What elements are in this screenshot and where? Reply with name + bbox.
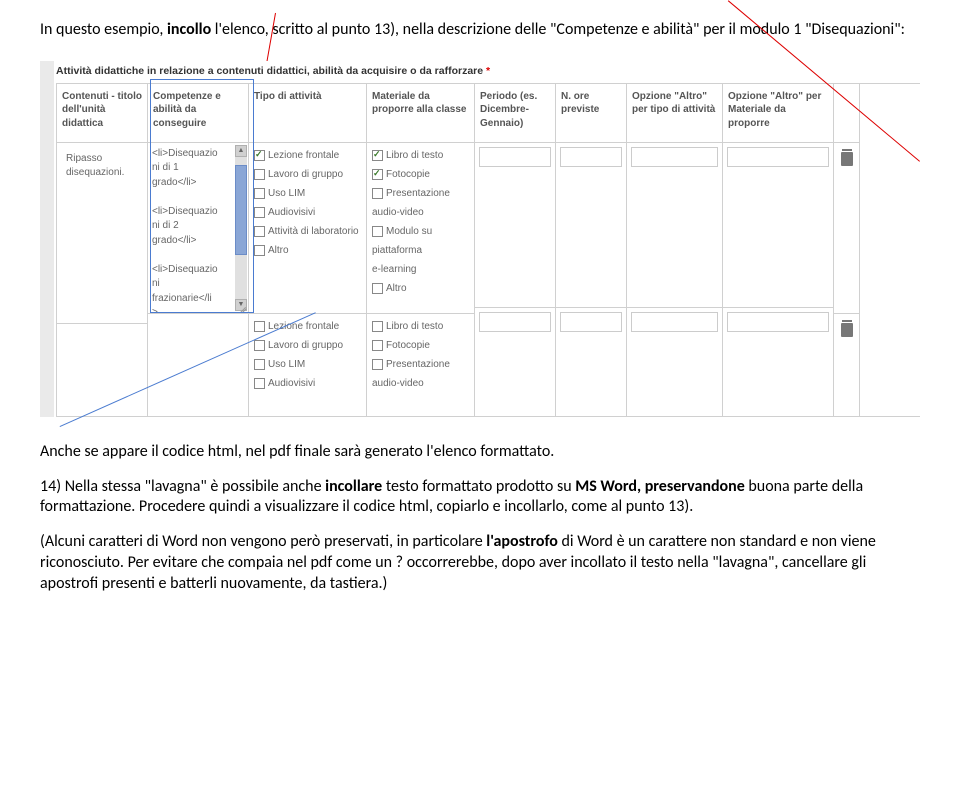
checkbox-line[interactable]: Attività di laboratorio — [254, 224, 361, 240]
checkbox-label: Fotocopie — [386, 338, 430, 354]
col-header-competenze: Competenze e abilità da conseguire — [148, 84, 248, 142]
col-header-altro-tipo: Opzione "Altro" per tipo di attività — [627, 84, 722, 142]
checkbox-label: Audiovisivi — [268, 205, 315, 221]
checkbox-label: Modulo su — [386, 224, 432, 240]
resize-handle-icon[interactable] — [238, 303, 248, 313]
checkbox-label: Attività di laboratorio — [268, 224, 359, 240]
checkbox-label: Fotocopie — [386, 167, 430, 183]
altro-mat-input-2[interactable] — [727, 312, 829, 332]
checkbox-icon[interactable] — [254, 226, 265, 237]
checkbox-line[interactable]: Presentazione — [372, 357, 469, 373]
checkbox-icon[interactable] — [372, 226, 383, 237]
checkbox-line[interactable]: Audiovisivi — [254, 376, 361, 392]
paragraph-2: 14) Nella stessa "lavagna" è possibile a… — [40, 477, 920, 519]
checkbox-label: Lezione frontale — [268, 319, 339, 335]
screenshot: Attività didattiche in relazione a conte… — [40, 61, 920, 417]
checkbox-line[interactable]: Fotocopie — [372, 167, 469, 183]
checkbox-line[interactable]: Altro — [254, 243, 361, 259]
col-header-ore: N. ore previste — [556, 84, 626, 142]
scroll-thumb[interactable] — [235, 165, 247, 255]
checkbox-label: Lavoro di gruppo — [268, 167, 343, 183]
col-header-materiale: Materiale da proporre alla classe — [367, 84, 474, 142]
materiale-cell-1: Libro di testo Fotocopie Presentazione audi… — [367, 143, 474, 313]
checkbox-line[interactable]: Uso LIM — [254, 357, 361, 373]
competenze-cell-1[interactable]: <li>Disequazio ni di 1 grado</li> <li>Di… — [148, 143, 248, 313]
checkbox-label: Lezione frontale — [268, 148, 339, 164]
checkbox-label: Altro — [268, 243, 289, 259]
checkbox-icon[interactable] — [254, 245, 265, 256]
checkbox-line[interactable]: Fotocopie — [372, 338, 469, 354]
col-header-altro-materiale: Opzione "Altro" per Materiale da proporr… — [723, 84, 833, 142]
checkbox-line[interactable]: Presentazione — [372, 186, 469, 202]
col-header-periodo: Periodo (es. Dicembre-Gennaio) — [475, 84, 555, 142]
trash-icon[interactable] — [841, 323, 853, 337]
checkbox-line: e-learning — [372, 262, 469, 278]
checkbox-line[interactable]: Audiovisivi — [254, 205, 361, 221]
checkbox-icon[interactable] — [254, 150, 265, 161]
form-section-title: Attività didattiche in relazione a conte… — [40, 61, 920, 83]
checkbox-icon[interactable] — [254, 321, 265, 332]
ore-input-2[interactable] — [560, 312, 622, 332]
tipo-cell-1: Lezione frontale Lavoro di gruppo Uso LIM A… — [249, 143, 366, 313]
checkbox-icon[interactable] — [254, 169, 265, 180]
checkbox-icon[interactable] — [372, 150, 383, 161]
checkbox-line: audio-video — [372, 376, 469, 392]
checkbox-line[interactable]: Lavoro di gruppo — [254, 338, 361, 354]
checkbox-icon[interactable] — [372, 321, 383, 332]
checkbox-icon[interactable] — [254, 378, 265, 389]
checkbox-icon[interactable] — [372, 359, 383, 370]
checkbox-line[interactable]: Altro — [372, 281, 469, 297]
paragraph-3: (Alcuni caratteri di Word non vengono pe… — [40, 532, 920, 594]
periodo-input-2[interactable] — [479, 312, 551, 332]
altro-mat-input-1[interactable] — [727, 147, 829, 167]
checkbox-icon[interactable] — [372, 188, 383, 199]
scroll-up-icon[interactable]: ▲ — [235, 145, 247, 157]
checkbox-label: Presentazione — [386, 357, 450, 373]
checkbox-icon[interactable] — [254, 207, 265, 218]
checkbox-line[interactable]: Libro di testo — [372, 148, 469, 164]
checkbox-label: Libro di testo — [386, 319, 443, 335]
col-header-tipo: Tipo di attività — [249, 84, 366, 142]
checkbox-label: Presentazione — [386, 186, 450, 202]
checkbox-icon[interactable] — [372, 283, 383, 294]
checkbox-icon[interactable] — [254, 188, 265, 199]
col-header-contenuti: Contenuti - titolo dell'unità didattica — [57, 84, 147, 142]
contenuti-cell-2[interactable] — [57, 324, 147, 416]
checkbox-icon[interactable] — [372, 340, 383, 351]
checkbox-line[interactable]: Libro di testo — [372, 319, 469, 335]
paragraph-1: Anche se appare il codice html, nel pdf … — [40, 442, 920, 463]
checkbox-line: piattaforma — [372, 243, 469, 259]
checkbox-icon[interactable] — [254, 359, 265, 370]
checkbox-line[interactable]: Modulo su — [372, 224, 469, 240]
checkbox-label: piattaforma — [372, 243, 422, 259]
activities-table: Contenuti - titolo dell'unità didattica … — [56, 83, 920, 417]
tipo-cell-2: Lezione frontale Lavoro di gruppo Uso LIM A… — [249, 314, 366, 406]
checkbox-label: Audiovisivi — [268, 376, 315, 392]
altro-tipo-input-1[interactable] — [631, 147, 718, 167]
checkbox-label: Lavoro di gruppo — [268, 338, 343, 354]
altro-tipo-input-2[interactable] — [631, 312, 718, 332]
checkbox-line[interactable]: Lavoro di gruppo — [254, 167, 361, 183]
checkbox-icon[interactable] — [254, 340, 265, 351]
periodo-input-1[interactable] — [479, 147, 551, 167]
competenze-cell-2[interactable] — [148, 314, 248, 406]
checkbox-label: Uso LIM — [268, 186, 305, 202]
checkbox-label: Uso LIM — [268, 357, 305, 373]
checkbox-label: audio-video — [372, 205, 424, 221]
ore-input-1[interactable] — [560, 147, 622, 167]
checkbox-label: Altro — [386, 281, 407, 297]
checkbox-label: audio-video — [372, 376, 424, 392]
contenuti-cell-1[interactable]: Ripasso disequazioni. — [57, 143, 147, 323]
checkbox-icon[interactable] — [372, 169, 383, 180]
checkbox-line[interactable]: Uso LIM — [254, 186, 361, 202]
row-gutter — [40, 61, 54, 417]
checkbox-label: Libro di testo — [386, 148, 443, 164]
checkbox-line[interactable]: Lezione frontale — [254, 148, 361, 164]
trash-icon[interactable] — [841, 152, 853, 166]
checkbox-label: e-learning — [372, 262, 416, 278]
intro-paragraph: In questo esempio, incollo l'elenco, scr… — [40, 20, 920, 41]
materiale-cell-2: Libro di testo Fotocopie Presentazione audi… — [367, 314, 474, 406]
scrollbar[interactable]: ▲ ▼ — [235, 145, 247, 311]
checkbox-line: audio-video — [372, 205, 469, 221]
